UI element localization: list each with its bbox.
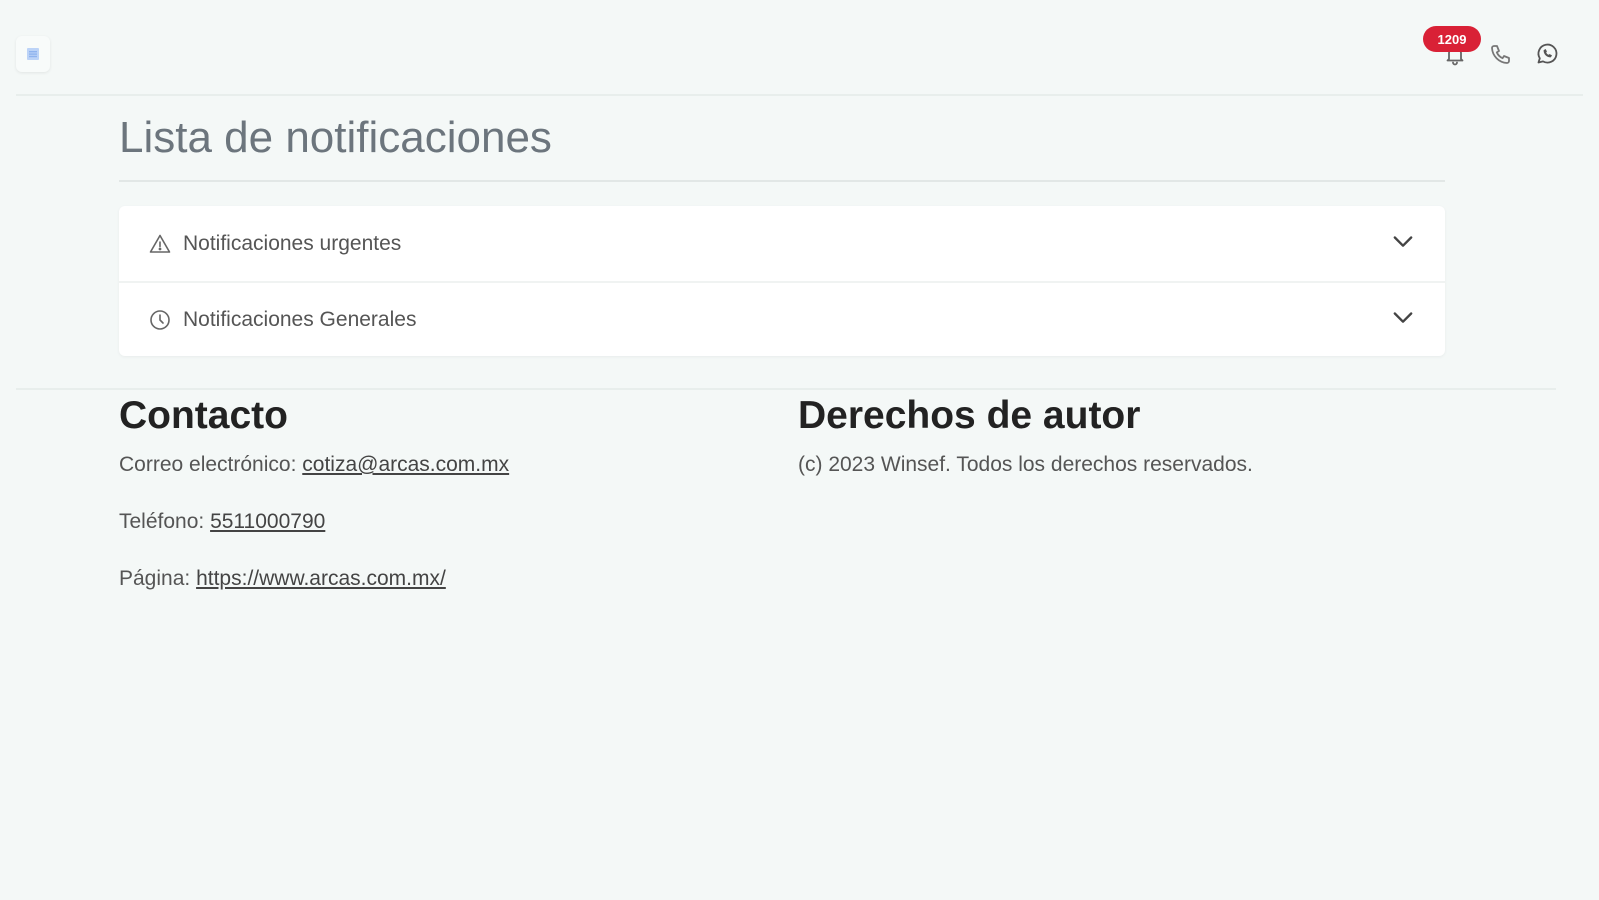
menu-icon	[27, 48, 39, 60]
phone-link[interactable]: 5511000790	[210, 510, 325, 533]
notifications-accordion: Notificaciones urgentes Notificaciones G…	[119, 206, 1445, 356]
notifications-button[interactable]: 1209	[1423, 26, 1481, 68]
whatsapp-icon	[1537, 43, 1558, 64]
copyright-text: (c) 2023 Winsef. Todos los derechos rese…	[798, 453, 1253, 476]
menu-button[interactable]	[16, 36, 50, 72]
contact-email-line: Correo electrónico: cotiza@arcas.com.mx	[119, 452, 759, 478]
website-link[interactable]: https://www.arcas.com.mx/	[196, 567, 446, 590]
email-label: Correo electrónico:	[119, 453, 297, 476]
main-content: Lista de notificaciones Notificaciones u…	[119, 96, 1445, 356]
footer-contact: Contacto Correo electrónico: cotiza@arca…	[119, 392, 759, 592]
clock-icon	[147, 307, 173, 333]
top-bar: 1209	[16, 0, 1583, 96]
accordion-general-notifications[interactable]: Notificaciones Generales	[119, 281, 1445, 356]
notification-count-badge: 1209	[1423, 26, 1481, 52]
footer-divider	[16, 388, 1556, 390]
warning-triangle-icon	[147, 231, 173, 257]
contact-phone-line: Teléfono: 5511000790	[119, 509, 759, 535]
whatsapp-button[interactable]	[1533, 40, 1561, 68]
page-label: Página:	[119, 567, 191, 590]
phone-button[interactable]	[1487, 40, 1515, 68]
accordion-urgent-notifications[interactable]: Notificaciones urgentes	[119, 206, 1445, 281]
footer-copyright: Derechos de autor (c) 2023 Winsef. Todos…	[798, 392, 1498, 478]
chevron-down-icon[interactable]	[1389, 303, 1417, 336]
email-link[interactable]: cotiza@arcas.com.mx	[302, 453, 509, 476]
title-divider	[119, 180, 1445, 182]
chevron-down-icon[interactable]	[1389, 227, 1417, 260]
phone-label: Teléfono:	[119, 510, 205, 533]
contact-heading: Contacto	[119, 394, 288, 437]
copyright-heading: Derechos de autor	[798, 394, 1141, 437]
accordion-label: Notificaciones Generales	[183, 307, 417, 331]
phone-icon	[1491, 45, 1510, 64]
accordion-label: Notificaciones urgentes	[183, 231, 402, 255]
page-title: Lista de notificaciones	[119, 113, 552, 162]
header-actions: 1209	[1423, 26, 1561, 72]
contact-page-line: Página: https://www.arcas.com.mx/	[119, 566, 759, 592]
